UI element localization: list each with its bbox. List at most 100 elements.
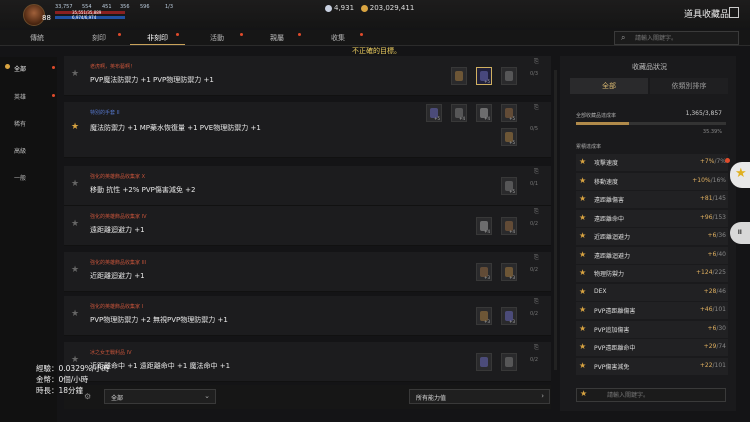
stat-max: /46 [716, 287, 726, 295]
tab-collection[interactable]: 收集 [331, 33, 345, 43]
enchant-level: +4 [509, 229, 515, 234]
nav-hero[interactable]: 英雄 [14, 92, 26, 101]
favorite-star-icon[interactable]: ★ [71, 265, 79, 275]
item-slot[interactable]: +3 [501, 263, 517, 281]
favorite-star-icon[interactable]: ★ [71, 122, 79, 132]
item-slot[interactable]: +3 [476, 307, 492, 325]
list-item[interactable]: ★ 強化的英雄飾品收集家 X 移動 抗性 +2% PVP傷害減免 +2 +5 ⎘ 0/1 [64, 166, 551, 206]
list-item[interactable]: ★ 老虎啊，英布藝啊！ PVP魔法防禦力 +1 PVP物理防禦力 +1 +5 ⎘ 0/3 [64, 56, 551, 96]
item-set-name: 強化的英雄飾品收集家 X [90, 174, 146, 180]
preview-icon[interactable]: ⎘ [534, 298, 539, 306]
tab-all[interactable]: 全部 [570, 78, 648, 94]
stat-max: /16% [710, 176, 726, 184]
favorite-button[interactable]: ★ [730, 162, 750, 188]
favorite-star-icon[interactable]: ★ [71, 309, 79, 319]
list-item[interactable]: ★ 強化的英雄飾品收集家 I PVP物理防禦力 +2 無視PVP物理防禦力 +1 +3… [64, 296, 551, 336]
collect-count: 0/2 [530, 357, 539, 363]
list-scrollbar[interactable] [554, 70, 557, 370]
pause-icon: ⏸ [737, 225, 743, 238]
stat-row[interactable]: ★ PVP傷害減免 +22/101 [576, 357, 728, 375]
preview-icon[interactable]: ⎘ [534, 208, 539, 216]
favorite-star-icon[interactable]: ★ [71, 219, 79, 229]
stat-row[interactable]: ★ PVP追加傷害 +6/30 [576, 320, 728, 338]
item-slot[interactable]: +3 [476, 263, 492, 281]
item-slot[interactable]: +5 [501, 104, 517, 122]
stat-row[interactable]: ★ 遠距離傷害 +81/145 [576, 191, 728, 208]
stat-row[interactable]: ★ 移動速度 +10%/16% [576, 172, 728, 190]
list-item[interactable]: ★ 冰之女王戰利品 IV 近距離命中 +1 遠距離命中 +1 魔法命中 +1 ⎘ 0/2 [64, 342, 551, 382]
item-slot[interactable]: +4 [451, 104, 467, 122]
preview-icon[interactable]: ⎘ [534, 104, 539, 112]
item-icon [455, 71, 463, 81]
stat-row[interactable]: ★ 物理防禦力 +124/225 [576, 265, 728, 282]
stat-row[interactable]: ★ DEX +28/46 [576, 283, 728, 301]
stat-row[interactable]: ★ 遠距離命中 +96/153 [576, 209, 728, 227]
stat-name: 遠距離命中 [594, 215, 625, 223]
pause-button[interactable]: ⏸ [730, 222, 750, 244]
nav-advanced[interactable]: 高級 [14, 146, 26, 155]
stat-value: +29/74 [704, 343, 726, 350]
resource-4: 356 [120, 4, 130, 10]
nav-all[interactable]: 全部 [14, 64, 26, 73]
nav-rare[interactable]: 稀有 [14, 119, 26, 128]
star-icon: ★ [579, 323, 587, 333]
preview-icon[interactable]: ⎘ [534, 344, 539, 352]
tab-event[interactable]: 活動 [210, 33, 224, 43]
nav-normal[interactable]: 一般 [14, 173, 26, 182]
resource-6: 1/3 [165, 4, 174, 10]
enchant-level: +3 [509, 319, 515, 324]
search-input[interactable] [635, 34, 735, 43]
favorite-star-icon[interactable]: ★ [71, 69, 79, 79]
stat-current: +46 [699, 306, 713, 313]
progress-bar [576, 122, 726, 125]
stat-row[interactable]: ★ PVP遠距離傷害 +46/101 [576, 302, 728, 319]
stat-row[interactable]: ★ 攻擊速度 +7%/7% [576, 154, 728, 171]
gem-icon [325, 4, 332, 12]
tab-engraved[interactable]: 刻印 [92, 33, 106, 43]
item-slot[interactable]: +4 [476, 217, 492, 235]
stat-max: /101 [712, 306, 726, 313]
item-slot[interactable] [501, 353, 517, 371]
preview-icon[interactable]: ⎘ [534, 254, 539, 262]
tab-traditional[interactable]: 傳統 [30, 33, 44, 43]
favorite-star-icon[interactable]: ★ [71, 179, 79, 189]
tab-non-engraved[interactable]: 非刻印 [147, 33, 168, 43]
item-slot[interactable] [501, 67, 517, 85]
stat-row[interactable]: ★ 近距離迴避力 +6/36 [576, 228, 728, 245]
stat-row[interactable]: ★ 遠距離迴避力 +6/40 [576, 246, 728, 264]
search-box[interactable]: ⌕ [614, 31, 739, 45]
item-slot[interactable]: +5 [426, 104, 442, 122]
item-slot[interactable] [476, 353, 492, 371]
tab-relatives[interactable]: 親屬 [270, 33, 284, 43]
item-slot[interactable]: +3 [501, 307, 517, 325]
star-icon: ★ [579, 342, 587, 351]
stat-name: 物理防禦力 [594, 271, 625, 278]
panel-search-input[interactable] [607, 391, 717, 400]
item-slot[interactable]: +4 [476, 104, 492, 122]
item-slot[interactable]: +5 [501, 128, 517, 146]
stat-value: +6/36 [707, 232, 726, 239]
item-slot[interactable] [451, 67, 467, 85]
item-slot[interactable]: +5 [501, 177, 517, 195]
stat-row[interactable]: ★ PVP遠距離命中 +29/74 [576, 339, 728, 356]
section-label: 累積達成率 [576, 144, 602, 150]
enchant-level: +3 [509, 275, 515, 280]
list-item[interactable]: ★ 強化的英雄飾品收集家 IV 遠距離迴避力 +1 +4 +4 ⎘ 0/2 [64, 206, 551, 246]
active-tab-indicator [130, 44, 185, 45]
player-level: 88 [42, 14, 51, 22]
item-slot[interactable]: +5 [476, 67, 492, 85]
tab-by-category[interactable]: 依類別排序 [650, 78, 728, 94]
exit-icon[interactable] [729, 7, 739, 18]
list-item[interactable]: ★ 特別的手套 II 魔法防禦力 +1 MP藥水恢復量 +1 PVE物理防禦力 +1… [64, 102, 551, 158]
panel-search[interactable]: ★ [576, 388, 726, 402]
stat-current: +81 [699, 195, 713, 202]
list-item[interactable]: ★ 強化的英雄飾品收集家 III 近距離迴避力 +1 +3 +3 ⎘ 0/2 [64, 252, 551, 292]
notification-dot [118, 33, 121, 36]
preview-icon[interactable]: ⎘ [534, 58, 539, 66]
item-slot[interactable]: +4 [501, 217, 517, 235]
mp-text: 6,974/6,974 [72, 15, 97, 20]
ability-dropdown[interactable]: 所有能力值 › [409, 389, 550, 404]
stat-value: +22/101 [700, 362, 726, 369]
preview-icon[interactable]: ⎘ [534, 168, 539, 176]
filter-dropdown[interactable]: 全部 ⌄ [104, 389, 216, 404]
